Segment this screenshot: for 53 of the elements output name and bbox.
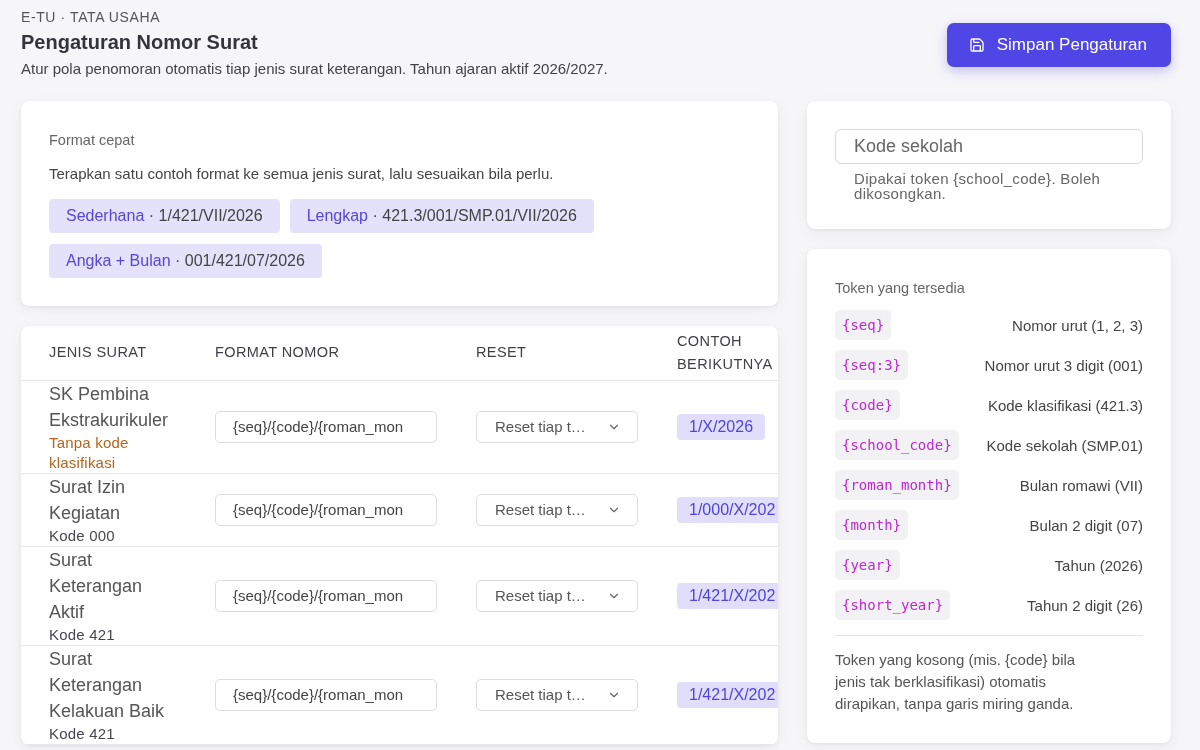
reset-select[interactable]: Reset tiap t… <box>476 493 638 526</box>
token-description: Nomor urut (1, 2, 3) <box>1012 316 1143 334</box>
format-input[interactable]: {seq}/{code}/{roman_mon <box>215 410 437 443</box>
format-preset-button[interactable]: Angka + Bulan · 001/421/07/2026 <box>49 244 322 278</box>
token-footnote: Token yang kosong (mis. {code} bila jenis tak berklasifikasi) otomatis dirapikan, tanpa garis miring ganda. <box>835 650 1077 714</box>
format-input[interactable]: {seq}/{code}/{roman_mon <box>215 678 437 711</box>
token-description: Kode sekolah (SMP.01) <box>986 436 1143 454</box>
column-header: CONTOH BERIKUTNYA <box>649 326 778 380</box>
classification-code: Kode 000 <box>49 525 116 546</box>
save-button[interactable]: Simpan Pengaturan <box>946 23 1171 67</box>
letter-type-name: SK Pembina Ekstrakurikuler <box>49 382 170 432</box>
reset-select[interactable]: Reset tiap t… <box>476 410 638 443</box>
letter-type-name: Surat Keterangan Aktif <box>49 548 144 624</box>
preview-badge: 1/X/2026 <box>677 413 766 440</box>
column-header: RESET <box>448 326 649 380</box>
school-code-input[interactable]: Kode sekolah <box>835 129 1143 164</box>
classification-code: Kode 421 <box>49 624 116 645</box>
token-code: {school_code} <box>835 430 959 460</box>
token-code: {year} <box>835 550 900 580</box>
letter-type-name: Surat Izin Kegiatan <box>49 475 127 525</box>
format-preset-button[interactable]: Lengkap · 421.3/001/SMP.01/VII/2026 <box>289 199 594 233</box>
token-description: Kode klasifikasi (421.3) <box>987 396 1143 414</box>
page-title: Pengaturan Nomor Surat <box>21 30 258 55</box>
token-description: Tahun 2 digit (26) <box>1027 596 1143 614</box>
format-input[interactable]: {seq}/{code}/{roman_mon <box>215 579 437 612</box>
token-code: {seq} <box>835 310 892 340</box>
token-code: {roman_month} <box>835 470 959 500</box>
preview-badge: 1/000/X/202 <box>677 496 778 523</box>
format-preset-button[interactable]: Sederhana · 1/421/VII/2026 <box>49 199 280 233</box>
column-header: JENIS SURAT <box>21 326 187 380</box>
card-label: Token yang tersedia <box>835 279 966 297</box>
token-description: Bulan romawi (VII) <box>1019 476 1143 494</box>
token-code: {month} <box>835 510 908 540</box>
token-description: Tahun (2026) <box>1054 556 1143 574</box>
token-code: {seq:3} <box>835 350 908 380</box>
card-description: Terapkan satu contoh format ke semua jenis surat, lalu sesuaikan bila perlu. <box>49 164 555 184</box>
reset-select[interactable]: Reset tiap t… <box>476 678 638 711</box>
format-input[interactable]: {seq}/{code}/{roman_mon <box>215 493 437 526</box>
column-header: FORMAT NOMOR <box>187 326 448 380</box>
letter-type-name: Surat Keterangan Kelakuan Baik <box>49 647 166 723</box>
page-subtitle: Atur pola penomoran otomatis tiap jenis surat keterangan. Tahun ajaran aktif 2026/2027. <box>21 59 608 79</box>
card-label: Format cepat <box>49 131 136 149</box>
token-description: Bulan 2 digit (07) <box>1029 516 1143 534</box>
preview-badge: 1/421/X/202 <box>677 582 778 609</box>
preview-badge: 1/421/X/202 <box>677 681 778 708</box>
breadcrumb: E-TU · TATA USAHA <box>21 8 161 26</box>
token-code: {short_year} <box>835 590 951 620</box>
warning-note: Tanpa kode klasifikasi <box>49 432 130 473</box>
classification-code: Kode 421 <box>49 723 116 744</box>
reset-select[interactable]: Reset tiap t… <box>476 579 638 612</box>
token-code: {code} <box>835 390 900 420</box>
help-text: Dipakai token {school_code}. Boleh dikosongkan. <box>853 171 1102 201</box>
token-description: Nomor urut 3 digit (001) <box>984 356 1143 374</box>
